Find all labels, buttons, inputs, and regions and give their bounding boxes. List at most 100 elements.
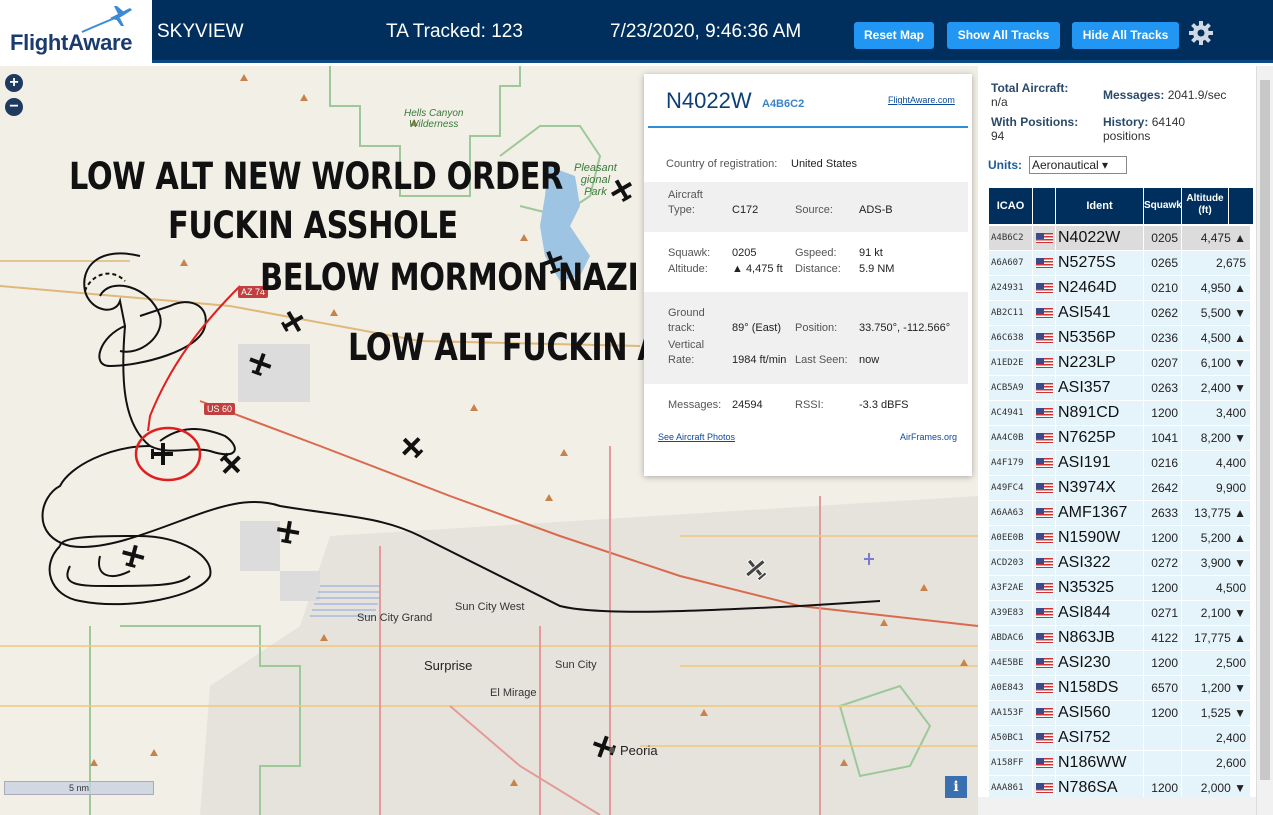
row-altitude: 2,400 <box>1182 726 1250 750</box>
us-flag-icon <box>1036 758 1053 768</box>
row-squawk <box>1144 726 1181 750</box>
flightaware-link[interactable]: FlightAware.com <box>888 95 955 105</box>
us-flag-icon <box>1036 483 1053 493</box>
row-icao: ABDAC6 <box>989 626 1032 650</box>
with-positions-label: With Positions: <box>991 115 1079 129</box>
row-altitude: 5,500 ▼ <box>1182 301 1250 325</box>
table-row[interactable]: A1ED2E N223LP 0207 6,100 ▼ <box>989 351 1253 376</box>
lastseen-label: Last Seen: <box>795 354 848 366</box>
table-row[interactable]: A24931 N2464D 0210 4,950 ▲ <box>989 276 1253 301</box>
table-row[interactable]: A6C638 N5356P 0236 4,500 ▲ <box>989 326 1253 351</box>
row-flag <box>1033 451 1055 475</box>
us-flag-icon <box>1036 608 1053 618</box>
col-ident[interactable]: Ident <box>1056 188 1143 224</box>
row-ident: N891CD <box>1056 401 1143 425</box>
table-row[interactable]: A6AA63 AMF1367 2633 13,775 ▲ <box>989 501 1253 526</box>
row-icao: A4B6C2 <box>989 226 1032 250</box>
table-row[interactable]: AC4941 N891CD 1200 3,400 <box>989 401 1253 426</box>
col-altitude[interactable]: Altitude (ft) <box>1182 188 1228 224</box>
show-all-tracks-button[interactable]: Show All Tracks <box>947 22 1060 49</box>
label-lake-pleasant: Pleasant gional Park <box>574 162 617 198</box>
map-info-button[interactable]: i <box>945 776 967 798</box>
col-icao[interactable]: ICAO <box>989 188 1032 224</box>
table-row[interactable]: A4F179 ASI191 0216 4,400 <box>989 451 1253 476</box>
panel-scrollbar[interactable] <box>1256 66 1273 815</box>
row-flag <box>1033 576 1055 600</box>
row-ident: N7625P <box>1056 426 1143 450</box>
source-label: Source: <box>795 204 833 216</box>
table-row[interactable]: A0E843 N158DS 6570 1,200 ▼ <box>989 676 1253 701</box>
row-icao: A50BC1 <box>989 726 1032 750</box>
row-squawk: 0205 <box>1144 226 1181 250</box>
row-flag <box>1033 326 1055 350</box>
row-ident: N2464D <box>1056 276 1143 300</box>
row-flag <box>1033 626 1055 650</box>
hide-all-tracks-button[interactable]: Hide All Tracks <box>1072 22 1179 49</box>
row-squawk: 0263 <box>1144 376 1181 400</box>
row-altitude: 2,600 <box>1182 751 1250 775</box>
row-ident: ASI191 <box>1056 451 1143 475</box>
total-aircraft-label: Total Aircraft: <box>991 81 1069 95</box>
zoom-out-button[interactable]: − <box>5 98 23 116</box>
table-row[interactable]: A49FC4 N3974X 2642 9,900 <box>989 476 1253 501</box>
col-flag[interactable] <box>1033 188 1055 224</box>
aircraft-photos-link[interactable]: See Aircraft Photos <box>658 432 735 442</box>
table-row[interactable]: A158FF N186WW 2,600 <box>989 751 1253 776</box>
table-header: ICAO Ident Squawk Altitude (ft) <box>989 188 1253 224</box>
table-row[interactable]: ACD203 ASI322 0272 3,900 ▼ <box>989 551 1253 576</box>
rate-value: 1984 ft/min <box>732 354 787 366</box>
table-row[interactable]: A6A607 N5275S 0265 2,675 <box>989 251 1253 276</box>
tracked-count: TA Tracked: 123 <box>386 21 523 42</box>
flightaware-logo[interactable]: FlightAware <box>0 0 152 63</box>
units-select[interactable]: Aeronautical ▾ <box>1029 156 1127 174</box>
us-flag-icon <box>1036 258 1053 268</box>
row-altitude: 5,200 ▲ <box>1182 526 1250 550</box>
row-flag <box>1033 676 1055 700</box>
table-row[interactable]: ACB5A9 ASI357 0263 2,400 ▼ <box>989 376 1253 401</box>
table-row[interactable]: AA4C0B N7625P 1041 8,200 ▼ <box>989 426 1253 451</box>
table-row[interactable]: A4E5BE ASI230 1200 2,500 <box>989 651 1253 676</box>
row-icao: A4F179 <box>989 451 1032 475</box>
total-aircraft: Total Aircraft: n/a <box>991 81 1068 109</box>
col-squawk[interactable]: Squawk <box>1144 188 1182 224</box>
airframes-link[interactable]: AirFrames.org <box>900 432 957 442</box>
table-row[interactable]: AA153F ASI560 1200 1,525 ▼ <box>989 701 1253 726</box>
row-altitude: 13,775 ▲ <box>1182 501 1250 525</box>
us-flag-icon <box>1036 283 1053 293</box>
altitude-value: ▲ 4,475 ft <box>732 263 783 275</box>
col-extra[interactable] <box>1229 188 1253 224</box>
reset-map-button[interactable]: Reset Map <box>854 22 934 49</box>
row-flag <box>1033 601 1055 625</box>
row-ident: N158DS <box>1056 676 1143 700</box>
table-row[interactable]: A0EE0B N1590W 1200 5,200 ▲ <box>989 526 1253 551</box>
table-row[interactable]: A3F2AE N35325 1200 4,500 <box>989 576 1253 601</box>
row-ident: ASI322 <box>1056 551 1143 575</box>
row-icao: A158FF <box>989 751 1032 775</box>
table-row[interactable]: AB2C11 ASI541 0262 5,500 ▼ <box>989 301 1253 326</box>
squawk-label: Squawk: <box>668 247 711 259</box>
popup-hex: A4B6C2 <box>762 98 805 110</box>
row-squawk: 0236 <box>1144 326 1181 350</box>
popup-divider <box>648 126 968 128</box>
label-hells-canyon: Hells Canyon Wilderness <box>404 108 464 130</box>
row-icao: AB2C11 <box>989 301 1032 325</box>
us-flag-icon <box>1036 333 1053 343</box>
table-horizontal-scrollbar[interactable] <box>978 797 1256 815</box>
gear-icon[interactable] <box>1188 20 1214 46</box>
us-flag-icon <box>1036 433 1053 443</box>
row-flag <box>1033 351 1055 375</box>
row-icao: AA153F <box>989 701 1032 725</box>
table-row[interactable]: ABDAC6 N863JB 4122 17,775 ▲ <box>989 626 1253 651</box>
row-altitude: 2,400 ▼ <box>1182 376 1250 400</box>
zoom-in-button[interactable]: + <box>5 74 23 92</box>
panel-scroll-thumb[interactable] <box>1260 80 1270 780</box>
table-row[interactable]: A50BC1 ASI752 2,400 <box>989 726 1253 751</box>
row-squawk: 1200 <box>1144 401 1181 425</box>
table-row[interactable]: A4B6C2 N4022W 0205 4,475 ▲ <box>989 226 1253 251</box>
row-icao: A4E5BE <box>989 651 1032 675</box>
track-value: 89° (East) <box>732 322 782 334</box>
table-row[interactable]: A39E83 ASI844 0271 2,100 ▼ <box>989 601 1253 626</box>
row-altitude: 4,500 <box>1182 576 1250 600</box>
row-flag <box>1033 551 1055 575</box>
overlay-text-1: LOW ALT NEW WORLD ORDER <box>69 155 563 198</box>
